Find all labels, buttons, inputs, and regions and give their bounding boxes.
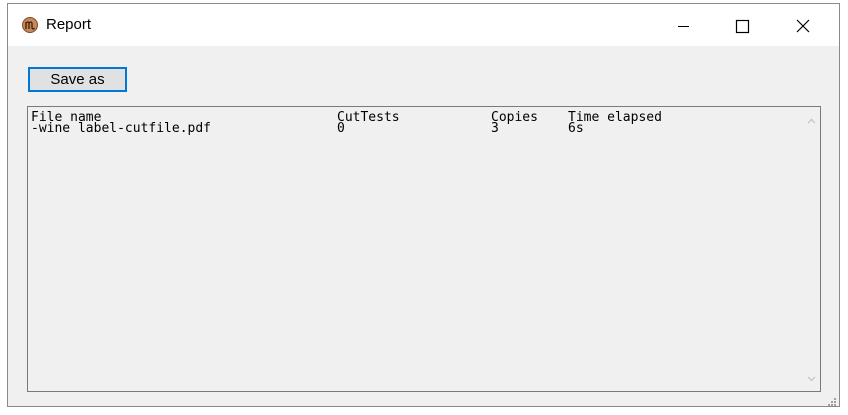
- report-window: Report Save as File name CutTests Copies: [7, 3, 840, 407]
- maximize-button[interactable]: [718, 4, 764, 46]
- resize-grip-icon: [828, 398, 836, 406]
- minimize-icon: [678, 26, 689, 27]
- window-title: Report: [46, 16, 92, 33]
- cell-copies: 3: [491, 121, 499, 136]
- scroll-down-button[interactable]: [803, 370, 820, 387]
- close-icon: [796, 19, 810, 33]
- app-logo-icon: [22, 17, 38, 33]
- column-header-cuttests: CutTests: [337, 110, 400, 125]
- close-button[interactable]: [780, 4, 826, 46]
- vertical-scrollbar[interactable]: [803, 107, 820, 391]
- chevron-up-icon: [807, 118, 816, 124]
- title-bar[interactable]: Report: [8, 4, 839, 46]
- report-text-area[interactable]: File name CutTests Copies Time elapsed -…: [27, 106, 821, 392]
- resize-grip[interactable]: [827, 394, 837, 406]
- report-content: File name CutTests Copies Time elapsed -…: [31, 111, 662, 135]
- report-row: -wine label-cutfile.pdf 0 3 6s: [31, 122, 584, 135]
- chevron-down-icon: [807, 376, 816, 382]
- cell-file-name: -wine label-cutfile.pdf: [31, 121, 212, 136]
- save-as-button[interactable]: Save as: [28, 67, 127, 92]
- cell-cuttests: 0: [337, 121, 345, 136]
- minimize-button[interactable]: [660, 4, 706, 46]
- maximize-icon: [735, 19, 750, 34]
- cell-time-elapsed: 6s: [568, 121, 584, 136]
- scroll-up-button[interactable]: [803, 113, 820, 130]
